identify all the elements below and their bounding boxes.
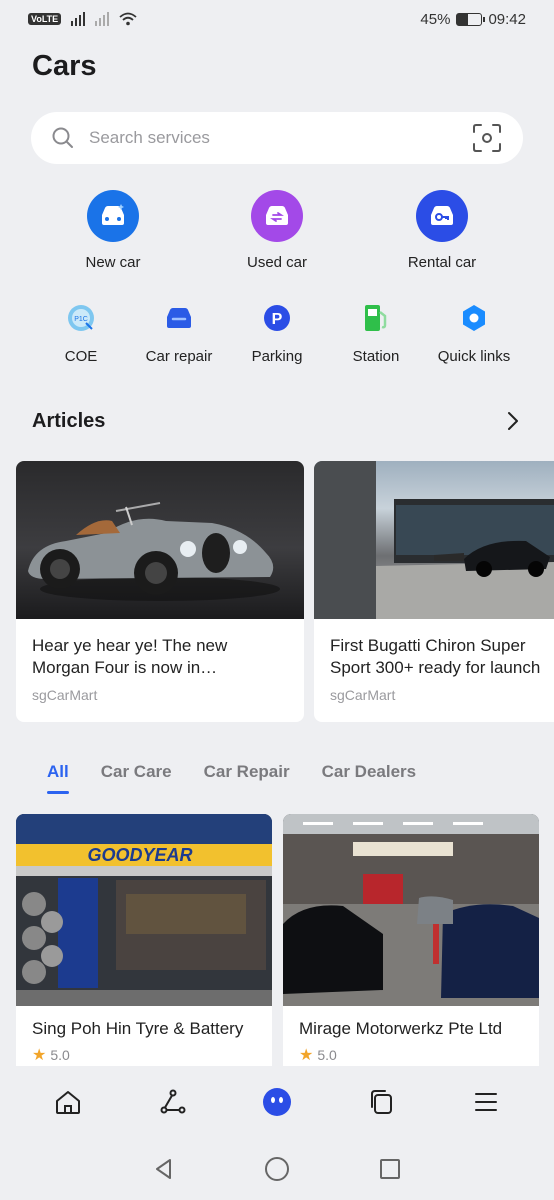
signal-2-icon [95,12,110,26]
service-new-car[interactable]: New car [48,190,178,271]
parking-icon: P [261,302,293,334]
tab-car-repair[interactable]: Car Repair [204,762,290,794]
article-card[interactable]: First Bugatti Chiron Super Sport 300+ re… [314,461,554,722]
nav-route[interactable] [153,1082,193,1122]
rental-car-icon [416,190,468,242]
search-bar[interactable] [31,112,523,164]
search-icon [52,127,73,148]
rating-value: 5.0 [50,1047,70,1063]
battery-fill [457,13,469,25]
shop-rating: ★ 5.0 [283,1039,539,1065]
search-input[interactable] [89,128,471,148]
svg-text:P: P [272,311,283,328]
star-icon: ★ [299,1047,314,1064]
status-bar: VoLTE 45% 09:42 [0,0,554,38]
page-title: Cars [32,50,97,82]
nav-assistant[interactable] [257,1082,297,1122]
service-label: COE [64,348,98,365]
home-icon [56,1091,81,1114]
article-card[interactable]: Hear ye hear ye! The new Morgan Four is … [16,461,304,722]
clock: 09:42 [488,10,526,28]
wifi-icon [119,12,137,26]
assistant-icon [262,1088,291,1116]
article-title: Hear ye hear ye! The new Morgan Four is … [16,619,304,679]
category-tabs: All Car Care Car Repair Car Dealers [47,762,448,794]
service-label: Quick links [437,348,511,365]
used-car-icon [251,190,303,242]
shop-image-tyre-store: GOODYEAR [16,814,272,1006]
route-icon [160,1089,186,1114]
volte-badge: VoLTE [28,13,62,25]
article-title-line: Hear ye hear ye! The new [32,636,228,655]
shop-rating: ★ 5.0 [16,1039,272,1065]
shop-sign-text: GOODYEAR [87,845,192,865]
menu-icon [474,1093,497,1111]
shop-image-workshop [283,814,539,1006]
service-station[interactable]: Station [326,302,426,365]
service-used-car[interactable]: Used car [212,190,342,271]
service-label: New car [85,254,141,271]
system-navigation [0,1138,554,1200]
nav-cards[interactable] [361,1082,401,1122]
signal-icon [71,12,86,26]
chevron-right-icon[interactable] [502,410,524,432]
star-icon: ★ [32,1047,47,1064]
article-title-line: First Bugatti Chiron Super [330,636,526,655]
service-label: Rental car [407,254,477,271]
quick-links-icon [458,302,490,334]
service-label: Parking [251,348,303,365]
cards-icon [371,1090,393,1114]
back-icon[interactable] [152,1157,176,1181]
shop-card[interactable]: GOODYEAR Sing Poh Hin Tyre & Battery ★ 5… [16,814,272,1066]
shop-name: Sing Poh Hin Tyre & Battery [32,1019,244,1038]
recents-icon[interactable] [378,1157,402,1181]
service-label: Car repair [145,348,213,365]
article-title-line: Sport 300+ ready for launch [330,658,541,677]
service-coe[interactable]: P1C COE [31,302,131,365]
article-source: sgCarMart [330,687,396,703]
bottom-navigation [0,1066,554,1138]
article-source: sgCarMart [32,687,98,703]
rating-value: 5.0 [317,1047,337,1063]
battery-icon [456,12,486,26]
scan-icon[interactable] [471,122,503,154]
battery-percent: 45% [420,10,451,28]
service-label: Station [352,348,400,365]
articles-title: Articles [32,410,106,432]
new-car-icon [87,190,139,242]
service-quick-links[interactable]: Quick links [424,302,524,365]
fuel-station-icon [360,302,392,334]
status-right: 45% 09:42 [420,11,526,28]
coe-icon: P1C [65,302,97,334]
service-label: Used car [246,254,308,271]
service-car-repair[interactable]: Car repair [129,302,229,365]
service-parking[interactable]: P Parking [227,302,327,365]
shop-name: Mirage Motorwerkz Pte Ltd [299,1019,503,1038]
tab-car-care[interactable]: Car Care [101,762,172,794]
shop-card[interactable]: Mirage Motorwerkz Pte Ltd ★ 5.0 [283,814,539,1066]
car-repair-icon [163,302,195,334]
service-rental-car[interactable]: Rental car [377,190,507,271]
article-image-morgan-car [16,461,304,619]
nav-menu[interactable] [466,1082,506,1122]
nav-home[interactable] [48,1082,88,1122]
article-image-bugatti-showroom [314,461,554,619]
svg-text:P1C: P1C [74,316,88,323]
home-circle-icon[interactable] [264,1156,290,1182]
article-title: First Bugatti Chiron Super Sport 300+ re… [314,619,554,679]
article-title-line: Morgan Four is now in… [32,658,218,677]
articles-carousel[interactable]: Hear ye hear ye! The new Morgan Four is … [16,461,554,723]
status-left: VoLTE [28,12,137,26]
tab-all[interactable]: All [47,762,69,794]
tab-car-dealers[interactable]: Car Dealers [322,762,417,794]
